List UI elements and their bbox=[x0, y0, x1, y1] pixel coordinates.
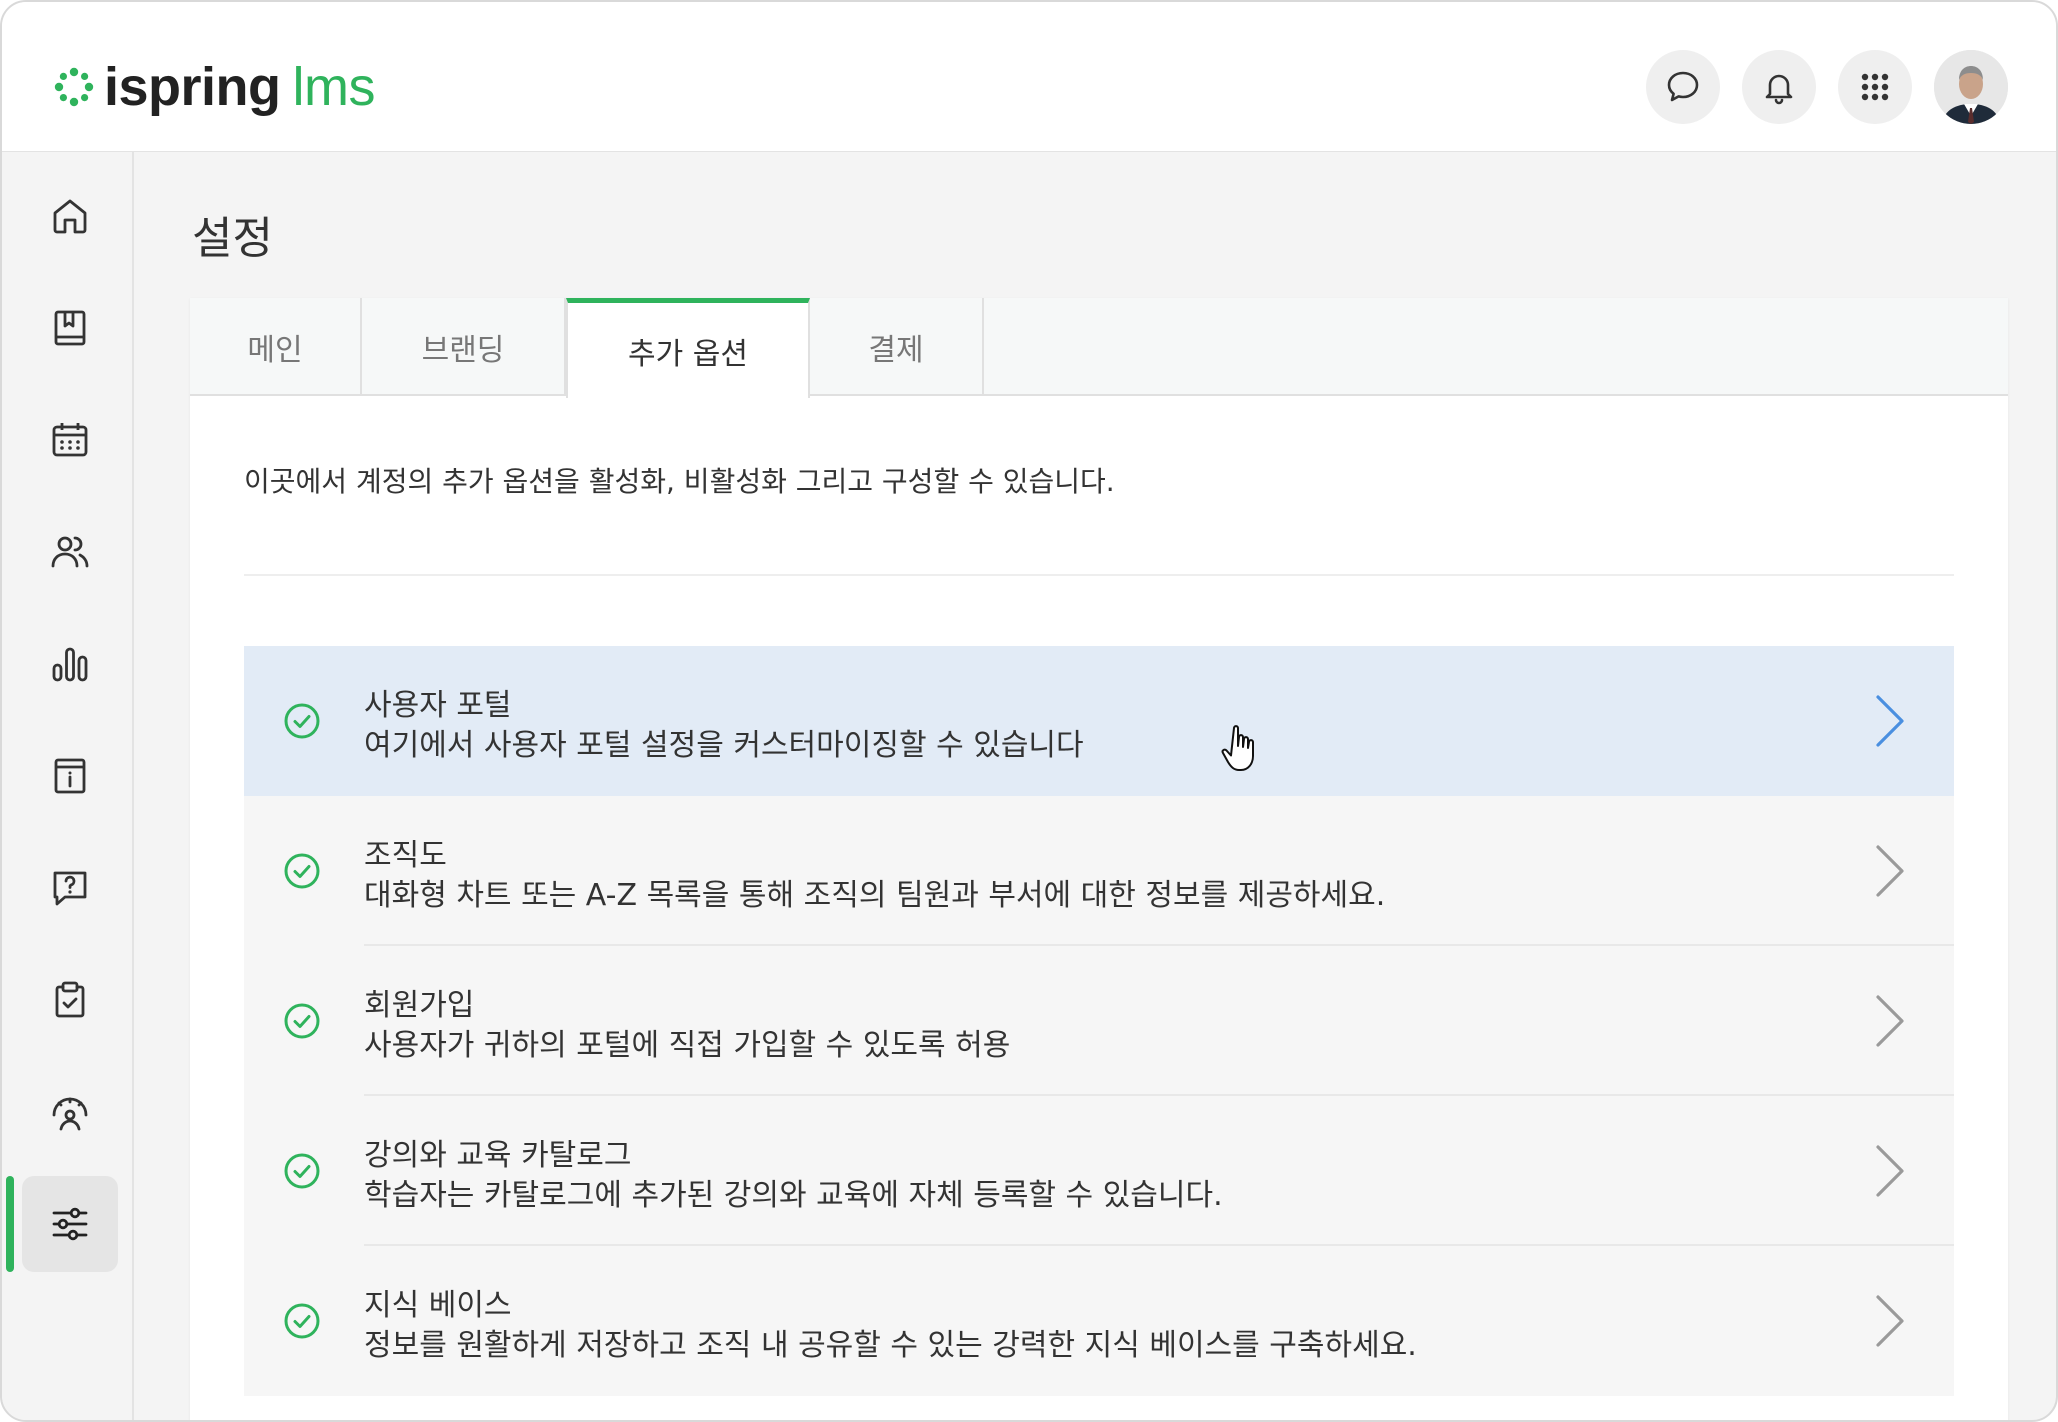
option-description: 학습자는 카탈로그에 추가된 강의와 교육에 자체 등록할 수 있습니다. bbox=[364, 1178, 1223, 1213]
ispring-logo-icon bbox=[54, 67, 94, 107]
hand-cursor-icon bbox=[1221, 725, 1254, 771]
option-title: 회원가입 bbox=[364, 988, 475, 1023]
check-circle-icon bbox=[284, 703, 320, 739]
nav-home[interactable] bbox=[22, 168, 118, 264]
book-icon bbox=[54, 310, 86, 346]
chevron-right-icon bbox=[1876, 1295, 1904, 1347]
option-title: 강의와 교육 카탈로그 bbox=[364, 1138, 632, 1173]
clipboard-check-icon bbox=[55, 981, 85, 1018]
notifications-button[interactable] bbox=[1742, 50, 1816, 124]
check-circle-icon bbox=[284, 1303, 320, 1339]
users-icon bbox=[51, 536, 89, 568]
option-row-registration[interactable]: 회원가입 사용자가 귀하의 포털에 직접 가입할 수 있도록 허용 bbox=[244, 946, 1954, 1096]
apps-button[interactable] bbox=[1838, 50, 1912, 124]
calendar-icon bbox=[52, 423, 88, 457]
apps-grid-icon bbox=[1861, 73, 1889, 101]
option-row-catalog[interactable]: 강의와 교육 카탈로그 학습자는 카탈로그에 추가된 강의와 교육에 자체 등록… bbox=[244, 1096, 1954, 1246]
sidebar bbox=[2, 152, 134, 1420]
page-title: 설정 bbox=[192, 213, 273, 264]
options-list: 사용자 포털 여기에서 사용자 포털 설정을 커스터마이징할 수 있습니다 조직… bbox=[244, 646, 1954, 1396]
nav-users[interactable] bbox=[22, 504, 118, 600]
settings-sliders-icon bbox=[52, 1207, 88, 1241]
settings-card: 메인 브랜딩 추가 옵션 결제 이곳에서 계정의 추가 옵션을 활성화, 비활성… bbox=[190, 298, 2008, 1420]
nav-help[interactable] bbox=[22, 840, 118, 936]
check-circle-icon bbox=[284, 853, 320, 889]
tab-branding[interactable]: 브랜딩 bbox=[362, 298, 566, 396]
option-title: 사용자 포털 bbox=[364, 688, 512, 723]
nav-reports[interactable] bbox=[22, 616, 118, 712]
brand-name-bold: ispring bbox=[104, 57, 281, 117]
option-description: 대화형 차트 또는 A-Z 목록을 통해 조직의 팀원과 부서에 대한 정보를 … bbox=[364, 878, 1386, 913]
chevron-right-icon bbox=[1876, 1145, 1904, 1197]
intro-text: 이곳에서 계정의 추가 옵션을 활성화, 비활성화 그리고 구성할 수 있습니다… bbox=[244, 465, 1115, 498]
option-row-org-chart[interactable]: 조직도 대화형 차트 또는 A-Z 목록을 통해 조직의 팀원과 부서에 대한 … bbox=[244, 796, 1954, 946]
chevron-right-icon bbox=[1876, 845, 1904, 897]
chevron-right-icon bbox=[1876, 995, 1904, 1047]
active-nav-indicator bbox=[6, 1176, 14, 1272]
chevron-right-icon bbox=[1876, 695, 1904, 747]
nav-calendar[interactable] bbox=[22, 392, 118, 488]
tab-main[interactable]: 메인 bbox=[190, 298, 362, 396]
nav-library[interactable] bbox=[22, 280, 118, 376]
check-circle-icon bbox=[284, 1153, 320, 1189]
option-description: 정보를 원활하게 저장하고 조직 내 공유할 수 있는 강력한 지식 베이스를 … bbox=[364, 1328, 1417, 1363]
tab-billing[interactable]: 결제 bbox=[810, 298, 984, 396]
user-avatar[interactable] bbox=[1934, 50, 2008, 124]
gauge-user-icon bbox=[52, 1097, 88, 1131]
divider bbox=[244, 574, 1954, 576]
app-window: ispring lms 설정 메인 브랜딩 추가 옵션 결제 이곳에서 계정의 … bbox=[0, 0, 2058, 1422]
chat-icon bbox=[1667, 71, 1699, 102]
brand-logo[interactable]: ispring lms bbox=[52, 57, 376, 117]
brand-name-light: lms bbox=[292, 57, 376, 117]
home-icon bbox=[53, 199, 87, 234]
nav-settings[interactable] bbox=[22, 1176, 118, 1272]
option-description: 여기에서 사용자 포털 설정을 커스터마이징할 수 있습니다 bbox=[364, 728, 1084, 763]
nav-assignments[interactable] bbox=[22, 952, 118, 1048]
brand-wordmark: ispring lms bbox=[104, 57, 376, 117]
option-title: 지식 베이스 bbox=[364, 1288, 512, 1323]
option-row-user-portal[interactable]: 사용자 포털 여기에서 사용자 포털 설정을 커스터마이징할 수 있습니다 bbox=[244, 646, 1954, 796]
chat-button[interactable] bbox=[1646, 50, 1720, 124]
header-actions bbox=[1646, 50, 2008, 124]
question-bubble-icon bbox=[53, 871, 87, 906]
tab-additional-options[interactable]: 추가 옵션 bbox=[566, 298, 810, 398]
nav-info[interactable] bbox=[22, 728, 118, 824]
option-row-knowledge-base[interactable]: 지식 베이스 정보를 원활하게 저장하고 조직 내 공유할 수 있는 강력한 지… bbox=[244, 1246, 1954, 1396]
top-bar: ispring lms bbox=[2, 2, 2056, 152]
check-circle-icon bbox=[284, 1003, 320, 1039]
option-description: 사용자가 귀하의 포털에 직접 가입할 수 있도록 허용 bbox=[364, 1028, 1011, 1063]
nav-performance[interactable] bbox=[22, 1064, 118, 1160]
avatar-photo bbox=[1934, 50, 2008, 124]
settings-tabs: 메인 브랜딩 추가 옵션 결제 bbox=[190, 298, 2008, 398]
bell-icon bbox=[1765, 74, 1793, 105]
bar-chart-icon bbox=[52, 647, 88, 682]
option-title: 조직도 bbox=[364, 838, 447, 873]
info-board-icon bbox=[54, 758, 86, 794]
